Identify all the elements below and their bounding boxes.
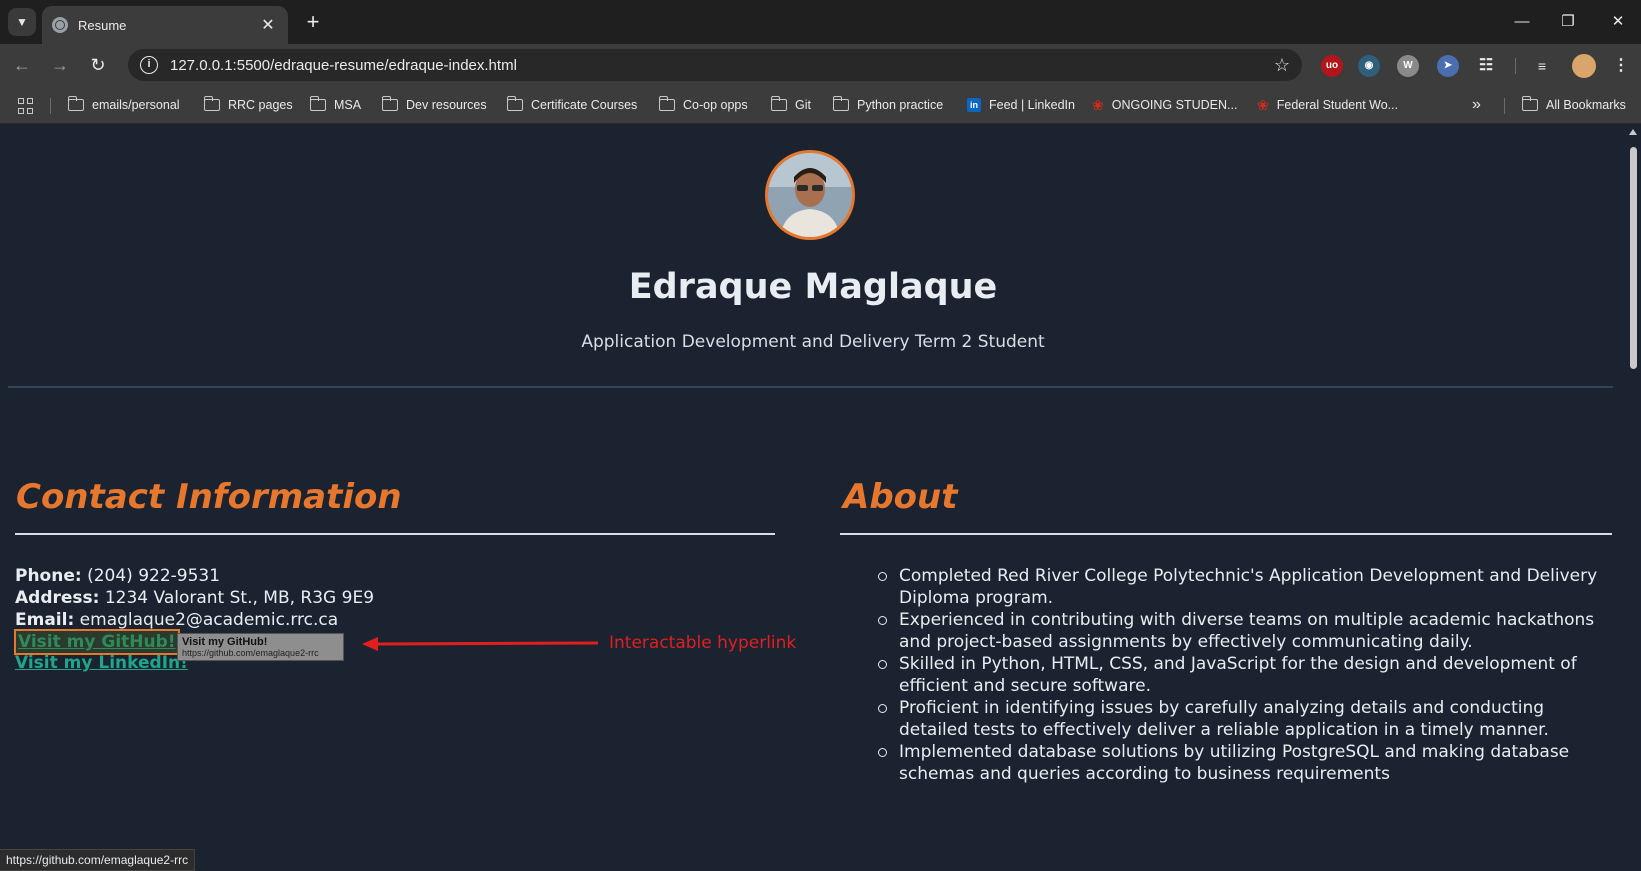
about-list: Completed Red River College Polytechnic'… [840,565,1612,785]
bookmark-item[interactable]: Dev resources [381,96,487,114]
bookmark-item[interactable]: in Feed | LinkedIn [967,96,1075,114]
new-tab-button[interactable]: + [300,10,326,36]
profile-photo [765,150,855,240]
folder-icon [832,96,849,111]
folder-icon [381,96,398,111]
about-section-rule [840,533,1612,535]
page-subtitle: Application Development and Delivery Ter… [581,332,1045,352]
resume-page: Edraque Maglaque Application Development… [0,125,1626,871]
active-tab[interactable]: Resume ✕ [42,6,288,44]
bookmark-item[interactable]: RRC pages [203,96,293,114]
scroll-thumb[interactable] [1630,147,1637,369]
address-value: 1234 Valorant St., MB, R3G 9E9 [104,588,375,608]
folder-icon [770,96,787,111]
linkedin-icon: in [967,98,981,112]
bookmark-item[interactable]: emails/personal [67,96,180,114]
list-item: Completed Red River College Polytechnic'… [840,565,1612,609]
contact-section-title: Contact Information [16,477,402,517]
page-title: Edraque Maglaque [628,267,998,307]
list-item: Proficient in identifying issues by care… [840,697,1612,741]
url-text[interactable]: 127.0.0.1:5500/edraque-resume/edraque-in… [170,57,1274,74]
all-bookmarks-button[interactable]: All Bookmarks [1521,96,1626,114]
header-divider [8,386,1613,388]
menu-kebab-icon[interactable]: ⋮ [1610,55,1632,77]
address-row: Address: 1234 Valorant St., MB, R3G 9E9 [15,588,375,608]
bookmark-item[interactable]: ❀ ONGOING STUDEN... [1092,96,1237,114]
contact-details: Phone: (204) 922-9531 Address: 1234 Valo… [15,565,374,631]
glasses-extension-icon[interactable]: ◉ [1358,55,1380,77]
tab-title: Resume [78,17,127,33]
bookmark-item[interactable]: ❀ Federal Student Wo... [1257,96,1398,114]
maple-leaf-icon: ❀ [1257,96,1269,113]
annotation-label: Interactable hyperlink [609,633,797,653]
tooltip-title: Visit my GitHub! [182,636,268,648]
email-row: Email: emaglaque2@academic.rrc.ca [15,610,339,630]
list-item: Implemented database solutions by utiliz… [840,741,1612,785]
reload-button[interactable]: ↻ [84,51,112,79]
about-section-title: About [843,477,958,517]
forward-button[interactable]: → [46,51,74,79]
tooltip-url: https://github.com/emaglaque2-rrc [182,648,319,658]
phone-row: Phone: (204) 922-9531 [15,566,221,586]
bookmarks-bar: emails/personal RRC pages MSA Dev resour… [0,86,1641,124]
folder-icon [309,96,326,111]
linkedin-link[interactable]: Visit my LinkedIn! [15,653,188,673]
bookmark-item[interactable]: Co-op opps [658,96,748,114]
link-tooltip: Visit my GitHub! https://github.com/emag… [177,633,344,661]
bookmark-star-icon[interactable]: ☆ [1274,55,1290,76]
status-bar-url: https://github.com/emaglaque2-rrc [0,849,196,871]
reading-list-icon[interactable]: ≡ [1531,55,1553,77]
minimize-button[interactable]: — [1502,8,1542,36]
folder-icon [203,96,220,111]
browser-toolbar: ← → ↻ i 127.0.0.1:5500/edraque-resume/ed… [0,44,1641,86]
extensions-puzzle-icon[interactable]: ☷ [1475,55,1497,77]
bookmark-item[interactable]: Python practice [832,96,943,114]
toolbar-divider [1515,58,1516,74]
more-bookmarks-chevron-icon[interactable]: » [1472,96,1481,114]
folder-icon [506,96,523,111]
scroll-up-arrow-icon[interactable] [1629,129,1637,135]
list-item: Experienced in contributing with diverse… [840,609,1612,653]
page-scrollbar[interactable] [1626,125,1641,871]
bookmarks-divider [50,98,51,114]
close-window-button[interactable]: ✕ [1598,8,1638,36]
address-bar[interactable]: i 127.0.0.1:5500/edraque-resume/edraque-… [128,49,1302,81]
tab-search-button[interactable]: ▼ [8,8,36,36]
github-link[interactable]: Visit my GitHub! [14,629,180,655]
ublock-extension-icon[interactable]: uo [1321,55,1343,77]
list-item: Skilled in Python, HTML, CSS, and JavaSc… [840,653,1612,697]
annotation-arrow [362,637,599,651]
folder-icon [658,96,675,111]
apps-grid-icon[interactable] [18,98,34,114]
globe-icon [52,17,68,33]
close-tab-icon[interactable]: ✕ [258,15,278,35]
contact-section-rule [15,533,775,535]
restore-button[interactable]: ❐ [1548,8,1588,36]
site-info-icon[interactable]: i [140,56,158,74]
profile-photo-image [768,153,852,237]
folder-icon [67,96,84,111]
phone-value: (204) 922-9531 [87,566,221,586]
email-value: emaglaque2@academic.rrc.ca [79,610,339,630]
cursor-extension-icon[interactable]: ➤ [1437,55,1459,77]
back-button[interactable]: ← [8,51,36,79]
profile-avatar[interactable] [1572,54,1596,78]
maple-leaf-icon: ❀ [1092,96,1104,113]
w-extension-icon[interactable]: W [1397,55,1419,77]
tab-strip: ▼ Resume ✕ + — ❐ ✕ [0,0,1641,44]
bookmark-item[interactable]: MSA [309,96,361,114]
bookmarks-divider [1504,98,1505,114]
bookmark-item[interactable]: Certificate Courses [506,96,637,114]
bookmark-item[interactable]: Git [770,96,811,114]
folder-icon [1521,96,1538,111]
